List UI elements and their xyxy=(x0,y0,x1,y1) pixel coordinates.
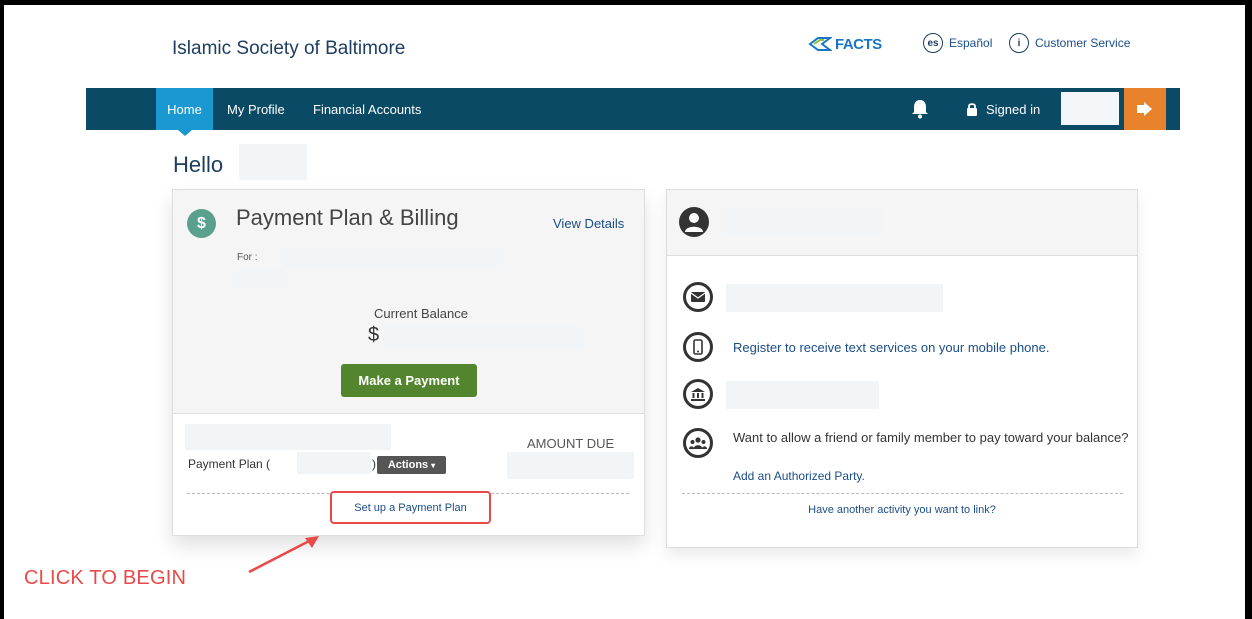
view-details-link[interactable]: View Details xyxy=(553,216,624,231)
for-label: For : xyxy=(237,252,258,263)
profile-card-header xyxy=(667,190,1137,256)
link-another-activity[interactable]: Have another activity you want to link? xyxy=(667,504,1137,516)
for-value-redacted xyxy=(283,248,501,268)
payment-plan-id-redacted xyxy=(297,452,371,474)
payment-plan-billing-card: $ Payment Plan & Billing View Details Fo… xyxy=(172,189,645,536)
click-to-begin-callout: CLICK TO BEGIN xyxy=(24,567,187,589)
profile-name-redacted xyxy=(724,208,882,234)
make-payment-button[interactable]: Make a Payment xyxy=(341,364,477,397)
for-value-redacted-2 xyxy=(233,270,285,288)
language-icon: es xyxy=(923,33,943,53)
payment-card-header: $ Payment Plan & Billing View Details Fo… xyxy=(173,190,644,414)
lock-icon xyxy=(967,103,977,116)
setup-payment-plan-link[interactable]: Set up a Payment Plan xyxy=(330,491,491,524)
frame-right-border xyxy=(1245,0,1252,619)
mobile-phone-icon xyxy=(683,332,713,362)
language-label: Español xyxy=(949,36,993,50)
greeting: Hello xyxy=(173,152,224,177)
user-avatar-icon xyxy=(679,207,709,237)
email-redacted xyxy=(726,284,943,312)
payment-plan-label: Payment Plan ( xyxy=(188,457,271,471)
plan-name-redacted xyxy=(185,424,391,450)
logout-icon xyxy=(1137,102,1152,116)
frame-top-border xyxy=(0,0,1252,5)
dollar-icon: $ xyxy=(187,209,216,238)
dashed-divider-right xyxy=(682,493,1123,494)
balance-currency: $ xyxy=(368,324,380,346)
current-balance-label: Current Balance xyxy=(374,306,468,321)
frame-left-border xyxy=(0,0,4,619)
signed-in-label: Signed in xyxy=(986,101,1041,117)
info-icon: i xyxy=(1009,33,1029,53)
notification-bell-icon[interactable] xyxy=(911,99,929,119)
payment-plan-close: ) xyxy=(372,457,376,471)
customer-service-label: Customer Service xyxy=(1035,36,1131,50)
annotation-arrow-icon xyxy=(248,536,319,574)
payment-card-title: Payment Plan & Billing xyxy=(236,205,459,230)
main-nav-bar: Home My Profile Financial Accounts Signe… xyxy=(86,88,1180,136)
bank-icon xyxy=(683,379,713,409)
amount-due-label: AMOUNT DUE xyxy=(527,436,615,451)
actions-dropdown-button[interactable]: Actions ▾ xyxy=(377,456,446,474)
bank-account-redacted xyxy=(726,381,879,409)
logout-button[interactable] xyxy=(1124,88,1166,130)
facts-logo[interactable]: FACTS xyxy=(808,34,882,54)
signed-in-user-redacted xyxy=(1061,92,1119,125)
language-link[interactable]: es Español xyxy=(923,33,992,53)
facts-logo-text: FACTS xyxy=(835,35,882,53)
customer-service-link[interactable]: i Customer Service xyxy=(1009,33,1130,53)
authorized-party-text: Want to allow a friend or family member … xyxy=(733,430,1129,445)
envelope-icon xyxy=(683,282,713,312)
profile-card: Register to receive text services on you… xyxy=(666,189,1138,548)
caret-down-icon: ▾ xyxy=(431,460,436,470)
add-authorized-party-link[interactable]: Add an Authorized Party. xyxy=(733,469,865,483)
balance-value-redacted xyxy=(383,326,583,348)
greeting-name-redacted xyxy=(239,144,307,180)
register-sms-link[interactable]: Register to receive text services on you… xyxy=(733,340,1050,355)
facts-chevron-icon xyxy=(808,37,832,51)
actions-label: Actions xyxy=(387,459,429,471)
amount-due-value-redacted xyxy=(507,452,634,479)
signed-in-status: Signed in xyxy=(966,88,1040,130)
organization-title: Islamic Society of Baltimore xyxy=(172,38,406,59)
nav-item-financial-accounts[interactable]: Financial Accounts xyxy=(313,88,421,130)
nav-item-my-profile[interactable]: My Profile xyxy=(227,88,285,130)
group-users-icon xyxy=(683,428,713,458)
nav-item-home[interactable]: Home xyxy=(156,88,213,136)
